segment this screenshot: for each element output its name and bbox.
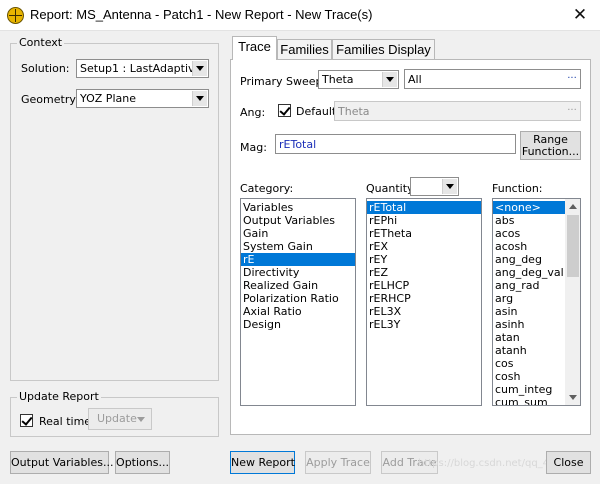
options-button[interactable]: Options... bbox=[115, 451, 170, 474]
solution-label: Solution: bbox=[21, 62, 70, 75]
apply-trace-button[interactable]: Apply Trace bbox=[305, 451, 371, 474]
list-item[interactable]: rEX bbox=[367, 240, 481, 253]
ang-value: Theta bbox=[338, 105, 370, 118]
realtime-label: Real time bbox=[39, 415, 92, 428]
ang-field[interactable]: Theta ... bbox=[334, 101, 581, 121]
list-item[interactable]: rEY bbox=[367, 253, 481, 266]
geometry-value: YOZ Plane bbox=[80, 92, 136, 105]
tab-families-label: Families bbox=[280, 42, 329, 57]
primary-sweep-range-value: All bbox=[408, 73, 422, 86]
ellipsis-icon[interactable]: ... bbox=[565, 103, 579, 119]
tab-trace[interactable]: Trace bbox=[232, 36, 277, 60]
chevron-down-icon[interactable] bbox=[442, 179, 457, 194]
tab-families-display[interactable]: Families Display bbox=[332, 39, 435, 60]
mag-field[interactable]: rETotal bbox=[275, 134, 516, 154]
list-item[interactable]: Design bbox=[241, 318, 355, 331]
ellipsis-icon[interactable]: ... bbox=[565, 71, 579, 87]
list-item[interactable]: rETotal bbox=[367, 201, 481, 214]
category-list[interactable]: Variables Output Variables Gain System Gain… bbox=[240, 198, 356, 406]
list-item[interactable]: Variables bbox=[241, 201, 355, 214]
quantity-list[interactable]: rETotal rEPhi rETheta rEX rEY rEZ rELHCP rERHCP… bbox=[366, 198, 482, 406]
list-item[interactable]: Realized Gain bbox=[241, 279, 355, 292]
new-report-label: New Report bbox=[231, 456, 295, 469]
options-label: Options... bbox=[116, 456, 169, 469]
app-icon bbox=[7, 7, 24, 24]
quantity-filter-dropdown[interactable] bbox=[410, 177, 459, 196]
range-function-button[interactable]: Range Function... bbox=[520, 131, 581, 160]
update-button-label: Update bbox=[97, 412, 137, 425]
chevron-down-icon[interactable] bbox=[192, 91, 207, 106]
list-item[interactable]: Gain bbox=[241, 227, 355, 240]
solution-dropdown[interactable]: Setup1 : LastAdaptive bbox=[76, 59, 209, 78]
list-item[interactable]: rELHCP bbox=[367, 279, 481, 292]
scroll-down-icon[interactable] bbox=[565, 390, 580, 405]
chevron-down-icon[interactable] bbox=[382, 72, 397, 87]
output-variables-button[interactable]: Output Variables... bbox=[10, 451, 113, 474]
quantity-label: Quantity: bbox=[366, 182, 417, 195]
apply-trace-label: Apply Trace bbox=[306, 456, 370, 469]
function-list-scrollbar[interactable] bbox=[565, 199, 580, 405]
update-button[interactable]: Update bbox=[88, 408, 152, 430]
solution-value: Setup1 : LastAdaptive bbox=[80, 62, 202, 75]
mag-label: Mag: bbox=[240, 141, 267, 154]
ang-label: Ang: bbox=[240, 106, 266, 119]
geometry-dropdown[interactable]: YOZ Plane bbox=[76, 89, 209, 108]
primary-sweep-label: Primary Sweep: bbox=[240, 75, 327, 88]
list-item[interactable]: Axial Ratio bbox=[241, 305, 355, 318]
default-checkbox[interactable] bbox=[278, 104, 291, 117]
list-item[interactable]: System Gain bbox=[241, 240, 355, 253]
tab-families-display-label: Families Display bbox=[336, 42, 431, 57]
list-item[interactable]: rEPhi bbox=[367, 214, 481, 227]
geometry-label: Geometry: bbox=[21, 93, 79, 106]
context-group-title: Context bbox=[17, 36, 65, 49]
list-item[interactable]: Directivity bbox=[241, 266, 355, 279]
tab-families[interactable]: Families bbox=[277, 39, 332, 60]
output-variables-label: Output Variables... bbox=[11, 456, 114, 469]
primary-sweep-dropdown[interactable]: Theta bbox=[318, 70, 399, 89]
scrollbar-thumb[interactable] bbox=[567, 215, 579, 277]
update-report-group-title: Update Report bbox=[17, 390, 101, 403]
tab-trace-label: Trace bbox=[238, 39, 271, 54]
list-item[interactable]: rE bbox=[241, 253, 355, 266]
new-report-button[interactable]: New Report bbox=[230, 451, 295, 474]
mag-value: rETotal bbox=[279, 138, 317, 151]
list-item[interactable]: rERHCP bbox=[367, 292, 481, 305]
list-item[interactable]: rEL3X bbox=[367, 305, 481, 318]
title-bar: Report: MS_Antenna - Patch1 - New Report… bbox=[0, 0, 600, 31]
range-function-label-2: Function... bbox=[521, 145, 580, 158]
list-item[interactable]: Polarization Ratio bbox=[241, 292, 355, 305]
primary-sweep-range-field[interactable]: All ... bbox=[404, 69, 581, 89]
window-title: Report: MS_Antenna - Patch1 - New Report… bbox=[30, 7, 373, 22]
list-item[interactable]: rETheta bbox=[367, 227, 481, 240]
chevron-down-icon[interactable] bbox=[192, 61, 207, 76]
default-label: Default bbox=[296, 105, 337, 118]
close-button[interactable]: Close bbox=[546, 451, 591, 474]
list-item[interactable]: rEL3Y bbox=[367, 318, 481, 331]
list-item[interactable]: rEZ bbox=[367, 266, 481, 279]
scroll-up-icon[interactable] bbox=[565, 199, 580, 214]
category-label: Category: bbox=[240, 182, 294, 195]
chevron-down-icon bbox=[137, 417, 145, 422]
primary-sweep-value: Theta bbox=[322, 73, 354, 86]
realtime-checkbox[interactable] bbox=[20, 414, 33, 427]
list-item[interactable]: Output Variables bbox=[241, 214, 355, 227]
close-icon[interactable]: ✕ bbox=[567, 3, 593, 27]
close-label: Close bbox=[553, 456, 584, 469]
function-label: Function: bbox=[492, 182, 543, 195]
